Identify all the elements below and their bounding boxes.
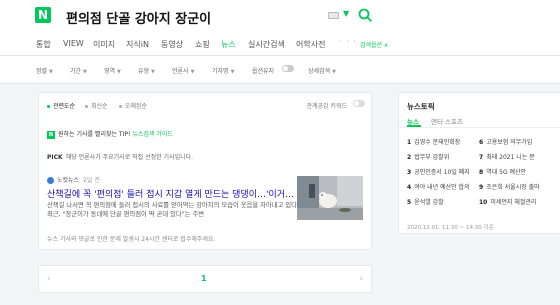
chevron-down-icon: ▼ (49, 69, 53, 75)
radio-dot-icon (47, 105, 50, 108)
keyboard-icon[interactable] (328, 12, 339, 19)
pick-notice: PICK 해당 언론사가 주요기사로 직접 선정한 기사입니다. (47, 152, 193, 161)
chevron-down-icon: ▼ (190, 69, 195, 75)
tab-dictionary[interactable]: 어학사전 (296, 39, 325, 50)
more-tabs-button[interactable]: · · · (339, 37, 357, 46)
news-press-info: 노컷뉴스 2일 전 (47, 175, 100, 184)
search-option-button[interactable]: 검색옵션 ∧ (360, 40, 388, 49)
next-page-button[interactable]: › (359, 274, 363, 284)
sort-relevance[interactable]: 관련도순 (47, 101, 75, 110)
radio-dot-icon (119, 105, 122, 108)
keyword-trend-label: 관계공감 키워드 (306, 103, 347, 110)
tab-total[interactable]: 통합 (36, 39, 51, 50)
tab-realtime[interactable]: 실시간검색 (248, 39, 285, 50)
option-area[interactable]: 영역 ▼ (104, 66, 121, 75)
divider (399, 127, 560, 128)
news-description[interactable]: 산책길 나서면 꼭 편의점에 들러 접시의 사료를 얻어먹는 강아지의 모습이 … (47, 201, 299, 219)
prev-page-button[interactable]: ‹ (47, 274, 51, 284)
option-keep-label: 옵션유지 (252, 68, 275, 75)
news-guide-link[interactable]: 뉴스검색 가이드 (132, 131, 173, 138)
search-option-bar: 정렬 ▼ 기간 ▼ 영역 ▼ 유형 ▼ 언론사 ▼ 기자명 ▼ 옵션유지 상세검색 ▼ (0, 56, 560, 84)
press-name[interactable]: 노컷뉴스 (57, 177, 79, 184)
topic-item[interactable]: 2 법무부 감찰위 (407, 152, 473, 161)
chevron-down-icon: ▼ (151, 69, 155, 75)
search-tip: N 원하는 기사를 빨리찾는 TIP! 뉴스검색 가이드 (47, 129, 173, 139)
tab-news[interactable]: 뉴스 (221, 39, 236, 50)
naver-badge-icon: N (47, 130, 55, 139)
sort-oldest[interactable]: 오래된순 (119, 101, 147, 110)
topic-item[interactable]: 8 역대 5G 예산안 (479, 167, 560, 176)
chevron-down-icon: ▼ (83, 69, 87, 75)
chevron-down-icon[interactable]: ▼ (343, 9, 349, 18)
option-detail[interactable]: 상세검색 ▼ (308, 66, 336, 75)
press-logo-icon[interactable] (47, 177, 54, 184)
news-title-link[interactable]: 산책길에 꼭 '편의점' 들러 접시 지갑 열게 만드는 댕댕이…'이거… (47, 187, 299, 200)
search-input[interactable]: 편의점 단골 강아지 장군이 (66, 8, 211, 27)
keyword-trend-toggle[interactable] (353, 100, 365, 107)
news-topic-panel: 뉴스토픽 뉴스 엔터·스포츠 1 김영수 문재인회장 2 법무부 감찰위 3 공인인증… (398, 92, 560, 234)
topic-item[interactable]: 5 윤석열 감찰 (407, 197, 473, 206)
topic-timestamp: 2020.12.01. 11:30 ~ 14:30 기준 (407, 225, 494, 231)
search-icon[interactable] (358, 8, 372, 22)
tip-text: 원하는 기사를 빨리찾는 TIP! (58, 131, 131, 138)
topic-item[interactable]: 1 김영수 문재인회장 (407, 137, 473, 146)
tab-kin[interactable]: 지식iN (126, 39, 149, 50)
option-reporter[interactable]: 기자명 ▼ (212, 66, 234, 75)
search-category-tabs: 통합 VIEW 이미지 지식iN 동영상 쇼핑 뉴스 실시간검색 어학사전 · … (0, 32, 560, 56)
chevron-down-icon: ▼ (117, 69, 121, 75)
sort-latest[interactable]: 최신순 (85, 101, 108, 110)
topic-item[interactable]: 10 미세먼지 체절관리 (479, 197, 560, 206)
search-header: N 편의점 단골 강아지 장군이 ▼ (0, 0, 560, 34)
pick-text: 해당 언론사가 주요기사로 직접 선정한 기사입니다. (65, 154, 194, 161)
naver-logo[interactable]: N (35, 7, 51, 23)
tab-image[interactable]: 이미지 (93, 39, 115, 50)
news-date: 2일 전 (83, 177, 100, 184)
report-notice: 뉴스 기사와 댓글로 인한 문제 발생시 24시간 센터로 접수해주세요. (47, 236, 216, 243)
option-press[interactable]: 언론사 ▼ (172, 66, 194, 75)
topic-item[interactable]: 7 최태 2021 니는 분 (479, 152, 560, 161)
topic-item[interactable]: 3 공인인증서 10일 폐지 (407, 167, 473, 176)
news-thumbnail[interactable] (297, 176, 363, 220)
pick-label: PICK (47, 154, 63, 161)
tab-shopping[interactable]: 쇼핑 (195, 39, 210, 50)
option-sort[interactable]: 정렬 ▼ (36, 66, 53, 75)
tab-view[interactable]: VIEW (63, 39, 84, 48)
topic-tab-entertain[interactable]: 엔터·스포츠 (431, 116, 463, 126)
news-topic-title: 뉴스토픽 (407, 102, 435, 111)
option-period[interactable]: 기간 ▼ (70, 66, 87, 75)
dog-photo-icon (297, 176, 363, 220)
current-page[interactable]: 1 (201, 274, 207, 283)
pagination: ‹ 1 › (38, 265, 372, 293)
topic-item[interactable]: 4 여야 내년 예산안 합의 (407, 182, 473, 191)
radio-dot-icon (85, 105, 88, 108)
tab-video[interactable]: 동영상 (161, 39, 183, 50)
chevron-down-icon: ▼ (230, 69, 235, 75)
option-keep-toggle[interactable] (282, 65, 294, 72)
topic-item[interactable]: 6 고용보험 의무가입 (479, 137, 560, 146)
option-type[interactable]: 유형 ▼ (138, 66, 155, 75)
news-results-card: 관련도순 최신순 오래된순 관계공감 키워드 N 원하는 기사를 빨리찾는 TIP… (38, 92, 372, 250)
topic-item[interactable]: 9 조은희 서울시장 출마 (479, 182, 560, 191)
chevron-down-icon: ▼ (332, 69, 336, 75)
